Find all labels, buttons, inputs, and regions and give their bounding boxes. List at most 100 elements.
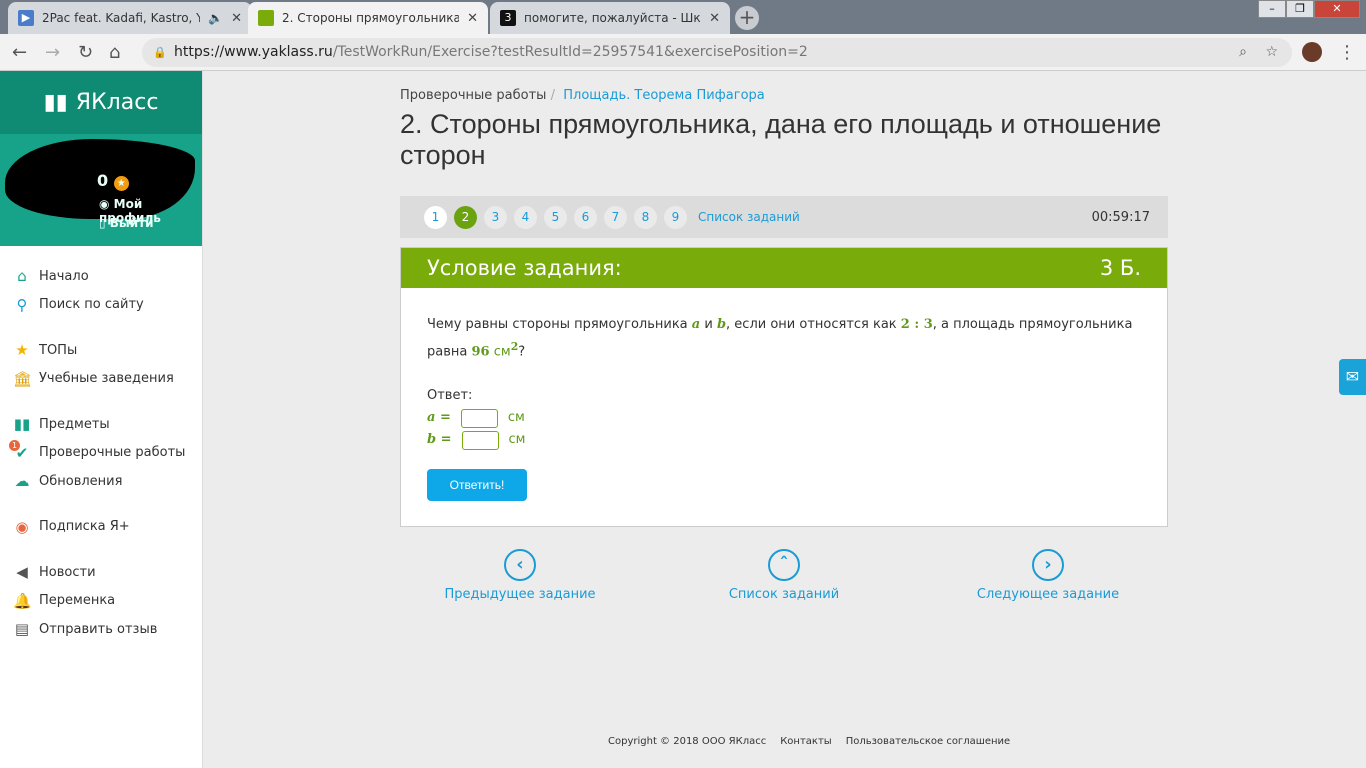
sidebar-item[interactable]: ☁ Обновления xyxy=(0,467,202,496)
a-input[interactable] xyxy=(460,408,498,428)
url-input[interactable]: 🔒 https://www.yaklass.ru/TestWorkRun/Exer… xyxy=(142,38,1292,67)
lock-icon: 🔒 xyxy=(153,46,167,59)
audio-icon: 🔈 xyxy=(208,11,224,25)
sidebar-item[interactable]: ▮▮ Предметы xyxy=(0,410,202,439)
sidebar-item-label: Проверочные работы xyxy=(39,445,186,461)
sidebar-item[interactable]: ✔ 1 Проверочные работы xyxy=(0,439,202,468)
breadcrumb-link[interactable]: Площадь. Теорема Пифагора xyxy=(563,88,765,103)
tab-title: 2. Стороны прямоугольника, да xyxy=(282,11,460,25)
page-button[interactable]: 7 xyxy=(604,205,627,229)
breadcrumb-item[interactable]: Проверочные работы xyxy=(400,88,546,103)
address-bar: ← → ↻ ⌂ 🔒 https://www.yaklass.ru/TestWork… xyxy=(0,34,1366,71)
page-button[interactable]: 4 xyxy=(514,205,537,229)
chevron-up-icon: ˆ xyxy=(768,549,800,581)
logo[interactable]: ▮▮ ЯКласс xyxy=(0,71,202,134)
tab-yaklass[interactable]: 2. Стороны прямоугольника, да ✕ xyxy=(248,2,488,34)
page-button[interactable]: 1 xyxy=(424,205,447,229)
sidebar-item[interactable]: ⚲ Поиск по сайту xyxy=(0,291,202,320)
next-exercise-button[interactable]: › Следующее задание xyxy=(948,549,1148,602)
sidebar-item-label: Начало xyxy=(39,268,89,284)
bell-icon: 🔔 xyxy=(13,591,32,610)
exercise-list-button[interactable]: ˆ Список заданий xyxy=(684,549,884,602)
close-tab-icon[interactable]: ✕ xyxy=(467,11,478,26)
new-tab-button[interactable]: + xyxy=(735,6,759,30)
reload-icon[interactable]: ↻ xyxy=(78,42,93,63)
sidebar-item[interactable]: 🔔 Переменка xyxy=(0,587,202,616)
unit-label: см xyxy=(507,410,525,426)
contacts-link[interactable]: Контакты xyxy=(780,736,831,747)
znanija-icon: 3 xyxy=(500,10,516,26)
bookmark-star-icon[interactable]: ☆ xyxy=(1265,38,1278,67)
search-icon: ⚲ xyxy=(16,295,28,314)
forward-icon[interactable]: → xyxy=(45,42,60,63)
question-text: Чему равны стороны прямоугольника a и b,… xyxy=(427,317,1133,360)
sidebar-item[interactable]: ▤ Отправить отзыв xyxy=(0,615,202,644)
answer-label: Ответ: xyxy=(427,388,473,404)
b-input[interactable] xyxy=(461,430,499,450)
scrollbar[interactable] xyxy=(1349,71,1366,768)
home-icon: ⌂ xyxy=(17,267,27,286)
sidebar-item[interactable]: ◉ Подписка Я+ xyxy=(0,513,202,542)
sidebar-item-label: Переменка xyxy=(39,593,116,609)
page-button[interactable]: 6 xyxy=(574,205,597,229)
minimize-button[interactable]: – xyxy=(1258,0,1286,18)
submit-button[interactable]: Ответить! xyxy=(427,469,527,502)
timer: 00:59:17 xyxy=(1091,209,1150,225)
zoom-icon[interactable]: ⌕ xyxy=(1239,38,1247,67)
home-icon[interactable]: ⌂ xyxy=(109,42,120,63)
sidebar-item-label: Учебные заведения xyxy=(39,371,174,387)
page-title: 2. Стороны прямоугольника, дана его площ… xyxy=(400,109,1162,170)
close-tab-icon[interactable]: ✕ xyxy=(709,11,720,26)
sidebar-item[interactable]: 🏛 Учебные заведения xyxy=(0,365,202,394)
page-button[interactable]: 9 xyxy=(664,205,687,229)
chevron-right-icon: › xyxy=(1032,549,1064,581)
footer: Copyright © 2018 ООО ЯКласс Контакты Польз… xyxy=(608,736,1010,747)
institution-icon: 🏛 xyxy=(13,369,33,388)
points-value: 3 Б. xyxy=(1099,256,1141,280)
points: 0 ★ xyxy=(97,171,129,191)
sidebar-item-label: Новости xyxy=(39,564,96,580)
tab-youtube[interactable]: ▶ 2Pac feat. Kadafi, Kastro, You 🔈 ✕ xyxy=(8,2,252,34)
prev-exercise-button[interactable]: ‹ Предыдущее задание xyxy=(420,549,620,602)
star-icon: ★ xyxy=(15,341,29,360)
sidebar-item[interactable]: ⌂ Начало xyxy=(0,262,202,291)
close-tab-icon[interactable]: ✕ xyxy=(231,11,242,26)
tab-znanija[interactable]: 3 помогите, пожалуйста - Школьн ✕ xyxy=(490,2,730,34)
sidebar-item-label: Обновления xyxy=(39,473,123,489)
sidebar-item-label: Отправить отзыв xyxy=(39,621,158,637)
breadcrumb: Проверочные работы / Площадь. Теорема Пи… xyxy=(400,88,765,103)
b-label: b = xyxy=(427,432,452,448)
sidebar-menu: ⌂ Начало ⚲ Поиск по сайту ★ ТОПы 🏛 Учебные заве… xyxy=(0,246,202,644)
back-icon[interactable]: ← xyxy=(12,42,27,63)
menu-icon[interactable]: ⋮ xyxy=(1338,42,1356,63)
page-button[interactable]: 8 xyxy=(634,205,657,229)
sidebar-item-label: Предметы xyxy=(39,416,110,432)
logout-link[interactable]: ▯ Выйти xyxy=(99,216,154,230)
sidebar: ▮▮ ЯКласс 0 ★ ◉ Мой профиль ▯ Выйти ⌂ Нача… xyxy=(0,71,203,768)
exercise-card: Условие задания: 3 Б. Чему равны стороны … xyxy=(400,247,1168,528)
url-path: /TestWorkRun/Exercise?testResultId=25957… xyxy=(332,44,808,60)
agreement-link[interactable]: Пользовательское соглашение xyxy=(846,736,1011,747)
copyright: Copyright © 2018 ООО ЯКласс xyxy=(608,736,767,747)
check-icon: ✔ 1 xyxy=(9,439,31,462)
sidebar-item[interactable]: ★ ТОПы xyxy=(0,336,202,365)
sidebar-item-label: ТОПы xyxy=(39,342,78,358)
tab-title: 2Pac feat. Kadafi, Kastro, You xyxy=(42,11,201,25)
page-button[interactable]: 2 xyxy=(454,205,477,229)
tab-bar: ▶ 2Pac feat. Kadafi, Kastro, You 🔈 ✕ 2. Сто… xyxy=(0,0,1366,34)
star-badge-icon: ★ xyxy=(113,176,129,191)
feedback-icon: ▤ xyxy=(14,620,30,639)
cloud-icon: ☁ xyxy=(14,472,30,491)
window-close-button[interactable]: ✕ xyxy=(1314,0,1360,18)
maximize-button[interactable]: ❐ xyxy=(1286,0,1314,18)
feedback-mail-icon[interactable]: ✉ xyxy=(1339,359,1366,395)
page-button[interactable]: 5 xyxy=(544,205,567,229)
exercise-list-link[interactable]: Список заданий xyxy=(698,210,800,224)
profile-avatar[interactable] xyxy=(1302,42,1322,62)
sidebar-item[interactable]: ◀ Новости xyxy=(0,558,202,587)
notification-badge: 1 xyxy=(9,439,20,451)
youtube-icon: ▶ xyxy=(18,10,34,26)
page-button[interactable]: 3 xyxy=(484,205,507,229)
a-label: a = xyxy=(427,410,451,426)
yaklass-book-icon xyxy=(258,10,274,26)
